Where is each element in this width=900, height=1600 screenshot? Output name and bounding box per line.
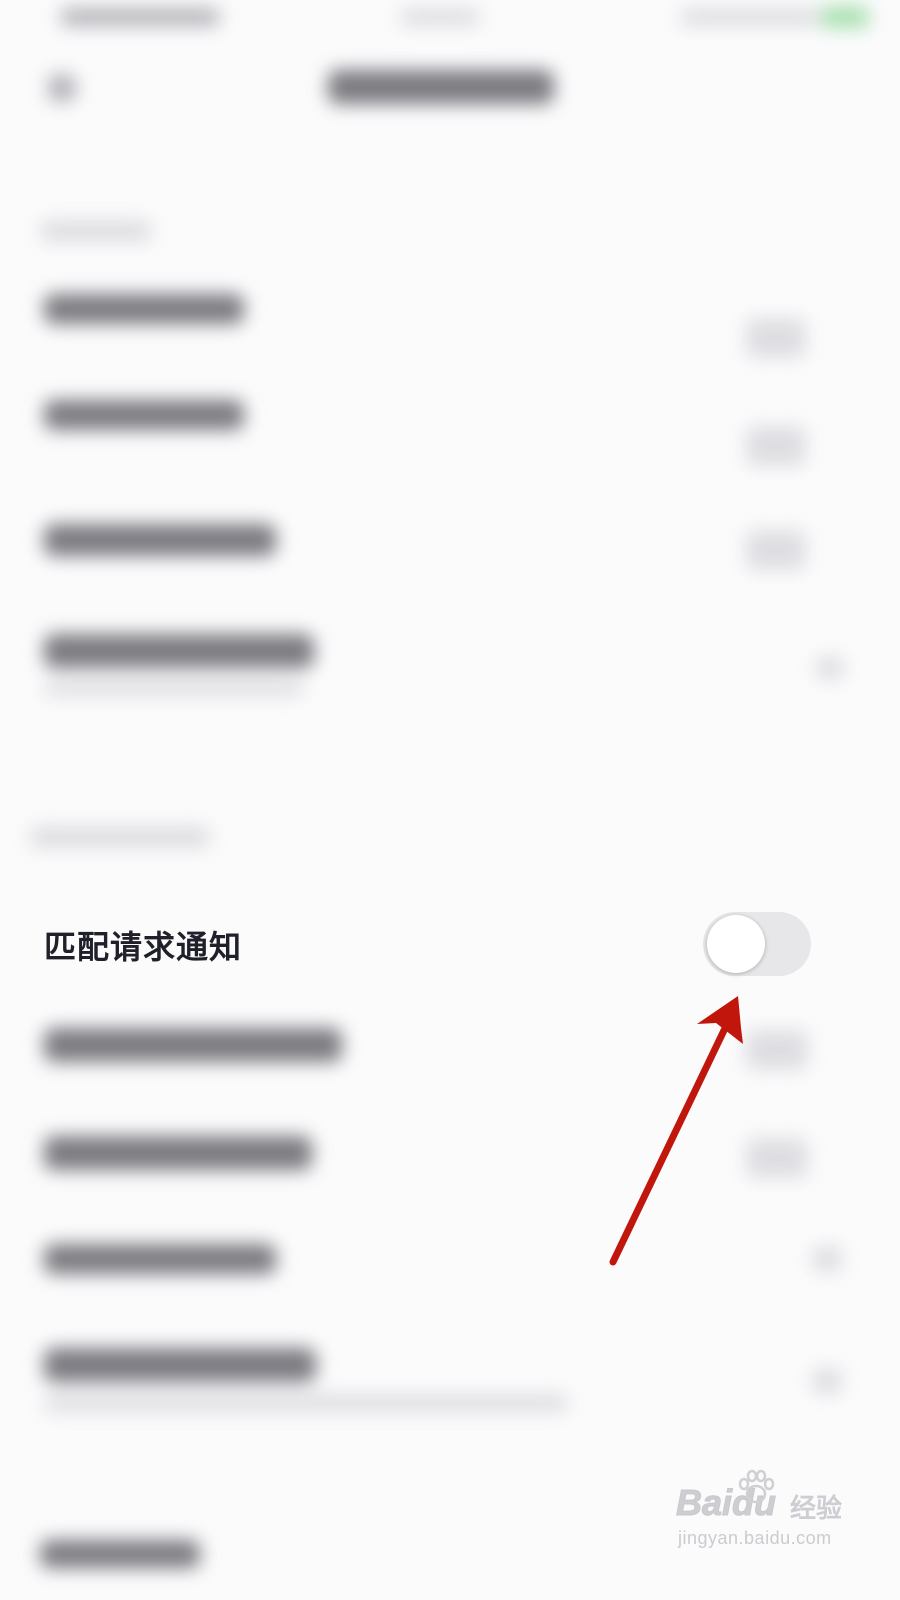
setting-row-7-control [746, 1138, 808, 1178]
baidu-jingyan-watermark: Baidu 经验 jingyan.baidu.com [672, 1468, 852, 1558]
section-header-2 [30, 826, 210, 848]
setting-row-3-label [44, 524, 276, 556]
setting-row-9-subtext [44, 1394, 568, 1412]
setting-row-1-control [746, 318, 806, 358]
section-header-1 [40, 220, 152, 242]
watermark-url: jingyan.baidu.com [678, 1528, 832, 1548]
status-bar-right [680, 8, 820, 26]
paw-icon [738, 1469, 775, 1504]
setting-row-4-chevron [816, 656, 844, 680]
match-request-notification-row: 匹配请求通知 [0, 900, 883, 986]
toggle-knob [707, 915, 765, 973]
status-bar-left [60, 8, 220, 26]
setting-row-2-label [44, 400, 244, 430]
setting-row-9-label [44, 1348, 316, 1382]
watermark-brand: 经验 [790, 1494, 843, 1524]
battery-icon [820, 6, 870, 28]
match-request-notification-label: 匹配请求通知 [44, 928, 243, 966]
blurred-content [0, 0, 883, 1568]
setting-row-8-control [812, 1246, 842, 1272]
setting-row-6-label [44, 1028, 342, 1062]
status-bar-center [400, 8, 480, 26]
setting-row-4-label [44, 634, 314, 668]
setting-row-2-control [746, 426, 806, 466]
section-header-3 [40, 1540, 200, 1568]
setting-row-8-label [44, 1244, 276, 1274]
setting-row-1-label [44, 294, 244, 324]
setting-row-3-control [746, 530, 806, 570]
setting-row-9-chevron [812, 1368, 842, 1394]
match-request-notification-toggle[interactable] [703, 912, 811, 976]
back-icon [48, 74, 76, 102]
setting-row-6-control [746, 1030, 808, 1070]
page-title [328, 70, 554, 104]
setting-row-7-label [44, 1136, 312, 1170]
setting-row-4-subtext [44, 680, 304, 696]
